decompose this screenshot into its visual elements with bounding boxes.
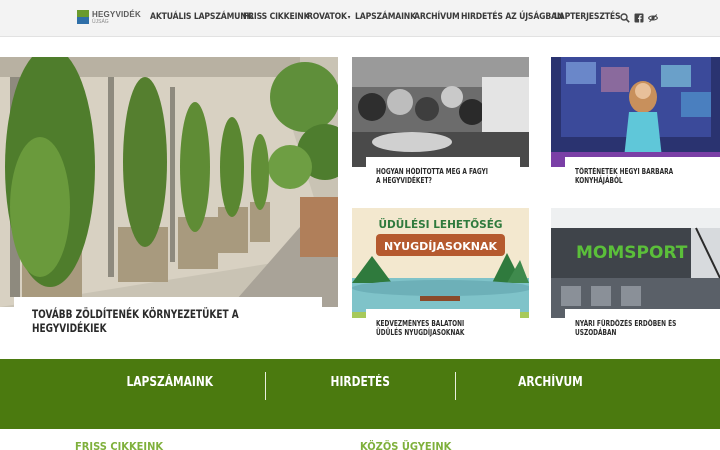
nav-current-issue[interactable]: Aktuális lapszámunk [150,12,253,22]
site-logo[interactable]: HEGYVIDÉK ÚJSÁG [77,10,141,25]
article-card-caption: Hogyan hódította meg a fagyi a Hegyvidék… [366,157,520,195]
facebook-icon[interactable] [634,13,644,23]
article-card-image [551,57,720,167]
band-link-issues[interactable]: Lapszámaink [112,375,227,390]
nav-issues[interactable]: Lapszámaink [355,12,416,22]
chevron-down-icon: ▾ [347,14,351,21]
article-card-title: Hogyan hódította meg a fagyi a Hegyvidék… [376,167,488,185]
article-card[interactable]: MOMSPORT Nyári fürdőzés erdőben és uszod… [551,208,720,338]
image-headline-line-1: ÜDÜLÉSI LEHETŐSÉG [378,217,502,231]
band-divider [265,372,266,400]
nav-distribution[interactable]: Lapterjesztés [554,12,621,22]
accessibility-icon[interactable] [648,13,658,23]
logo-name: HEGYVIDÉK [92,10,141,19]
band-link-archive[interactable]: Archívum [495,375,605,390]
image-logo-text: MOMSPORT [576,243,688,263]
featured-article-main[interactable]: Tovább zöldítenék környezetüket a hegyvi… [0,57,338,335]
featured-main-title: Tovább zöldítenék környezetüket a hegyvi… [32,307,239,335]
featured-main-caption: Tovább zöldítenék környezetüket a hegyvi… [14,297,322,335]
featured-main-image [0,57,338,307]
article-card-image: ÜDÜLÉSI LEHETŐSÉG NYUGDÍJASOKNAK [352,208,529,318]
section-heading-fresh-articles: Friss cikkeink [75,440,164,450]
article-card-caption: Kedvezményes balatoni üdülés nyugdíjasok… [366,309,520,338]
section-heading-common-affairs: Közös ügyeink [360,440,452,450]
article-card[interactable]: ÜDÜLÉSI LEHETŐSÉG NYUGDÍJASOKNAK Kedvezm… [352,208,529,338]
band-link-advertising[interactable]: Hirdetés [305,375,415,390]
article-card-image [352,57,529,167]
nav-advertising[interactable]: Hirdetés az újságban [461,12,563,22]
search-icon[interactable] [620,13,630,23]
article-card-title: Nyári fürdőzés erdőben és uszodában [575,319,677,337]
band-divider [455,372,456,400]
nav-sections-dropdown[interactable]: Rovatok▾ [307,12,350,22]
article-card-caption: Nyári fürdőzés erdőben és uszodában [565,309,720,338]
article-card[interactable]: Hogyan hódította meg a fagyi a Hegyvidék… [352,57,529,195]
article-card-image: MOMSPORT [551,208,720,318]
logo-subtitle: ÚJSÁG [92,19,109,25]
nav-archive[interactable]: Archívum [414,12,460,22]
article-card-caption: Történetek Hegyi Barbara konyhájából [565,157,720,195]
logo-mark-icon [77,10,89,24]
article-card-title: Kedvezményes balatoni üdülés nyugdíjasok… [376,319,465,337]
top-navigation-bar: HEGYVIDÉK ÚJSÁG Aktuális lapszámunk Fris… [0,0,720,37]
header-tools [620,13,658,23]
article-card-title: Történetek Hegyi Barbara konyhájából [575,167,674,185]
nav-fresh-articles[interactable]: Friss cikkeink [243,12,310,22]
quick-links-band: Lapszámaink Hirdetés Archívum [0,359,720,429]
image-headline-line-2: NYUGDÍJASOKNAK [384,240,497,253]
article-card[interactable]: Történetek Hegyi Barbara konyhájából [551,57,720,195]
nav-sections-label: Rovatok [307,12,347,22]
